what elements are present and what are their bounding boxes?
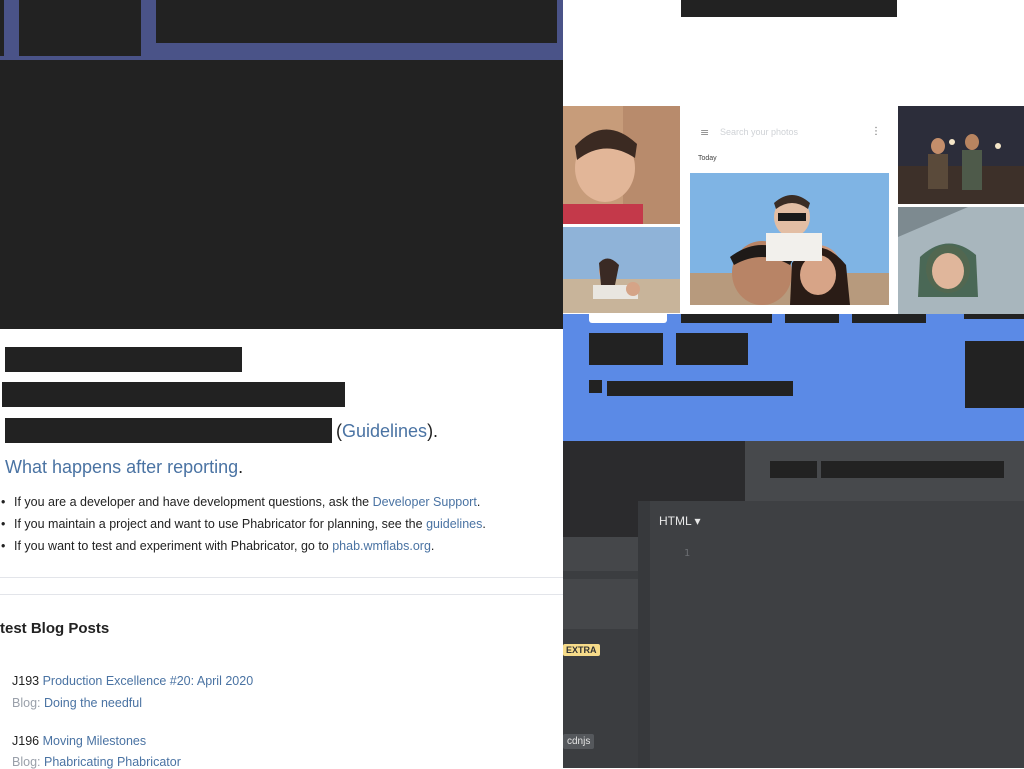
divider	[0, 577, 563, 578]
what-happens-link[interactable]: What happens after reporting	[5, 457, 238, 477]
redacted-header	[681, 0, 897, 17]
what-happens-line: What happens after reporting.	[5, 457, 244, 477]
tab-indicator	[589, 314, 667, 323]
section-label-today: Today	[698, 155, 717, 162]
redacted-text	[821, 461, 1004, 478]
redacted-tab	[852, 314, 926, 323]
redacted-tab	[964, 314, 1024, 319]
photos-search-input[interactable]: Search your photos	[720, 127, 798, 137]
redacted-logo	[19, 0, 141, 56]
blog-post-title-link[interactable]: Moving Milestones	[43, 734, 147, 748]
blog-post-title-link[interactable]: Production Excellence #20: April 2020	[43, 674, 254, 688]
redacted-hero	[0, 60, 563, 329]
redacted-text	[607, 381, 793, 396]
redacted-button[interactable]	[676, 333, 748, 365]
guidelines-line: (Guidelines).	[336, 421, 439, 441]
redacted-block	[965, 341, 1024, 408]
guidelines-inline-link[interactable]: guidelines	[426, 517, 482, 531]
photo-night-campfire[interactable]	[898, 106, 1024, 204]
help-bullet-list: If you are a developer and have developm…	[0, 492, 486, 558]
redacted-block	[0, 0, 4, 56]
redacted-checkbox[interactable]	[589, 380, 602, 393]
list-item: If you want to test and experiment with …	[1, 536, 486, 558]
redacted-text-line	[2, 382, 345, 407]
redacted-button[interactable]	[770, 461, 817, 478]
divider	[0, 594, 563, 595]
photo-family-selfie[interactable]	[690, 173, 889, 305]
editor-gutter	[638, 501, 650, 768]
promo-banner	[563, 314, 1024, 441]
line-number: 1	[684, 548, 691, 559]
redacted-text-line	[5, 418, 332, 443]
guidelines-link[interactable]: Guidelines	[342, 421, 427, 441]
photo-woman-beach[interactable]	[563, 227, 680, 313]
hamburger-menu-icon[interactable]: ≡	[700, 126, 709, 139]
blog-post-meta: Blog: Phabricating Phabricator	[12, 755, 181, 769]
phabricator-page: (Guidelines). What happens after reporti…	[0, 0, 563, 769]
blog-post-meta: Blog: Doing the needful	[12, 696, 142, 710]
blog-post-item: J196 Moving Milestones	[12, 734, 147, 748]
list-item: If you maintain a project and want to us…	[1, 514, 486, 536]
extra-badge: EXTRA	[563, 644, 600, 656]
photo-woman-tent[interactable]	[898, 207, 1024, 314]
sidebar-header	[563, 501, 638, 537]
blog-post-item: J193 Production Excellence #20: April 20…	[12, 674, 254, 688]
editor-tabs-area	[563, 441, 745, 501]
code-editor[interactable]	[638, 501, 1024, 768]
redacted-button[interactable]	[589, 333, 663, 365]
redacted-tab	[681, 314, 772, 323]
list-item: If you are a developer and have developm…	[1, 492, 486, 514]
language-select[interactable]: HTML ▾	[659, 514, 701, 528]
developer-support-link[interactable]: Developer Support	[373, 495, 477, 509]
photos-collage: ≡ Search your photos ⋮ Today	[563, 0, 1024, 314]
redacted-header	[156, 0, 557, 43]
phab-wmflabs-link[interactable]: phab.wmflabs.org	[332, 539, 431, 553]
photos-app-card: ≡ Search your photos ⋮ Today	[686, 118, 892, 314]
cdnjs-badge[interactable]: cdnjs	[563, 734, 595, 749]
redacted-tab	[785, 314, 839, 323]
vertical-dots-icon[interactable]: ⋮	[871, 126, 881, 137]
redacted-text-line	[5, 347, 242, 372]
blog-name-link[interactable]: Phabricating Phabricator	[44, 755, 181, 769]
blog-posts-heading: test Blog Posts	[0, 620, 110, 637]
blog-name-link[interactable]: Doing the needful	[44, 696, 142, 710]
photo-boy-portrait[interactable]	[563, 106, 680, 224]
sidebar-row[interactable]	[563, 537, 638, 571]
sidebar-row[interactable]	[563, 579, 638, 629]
